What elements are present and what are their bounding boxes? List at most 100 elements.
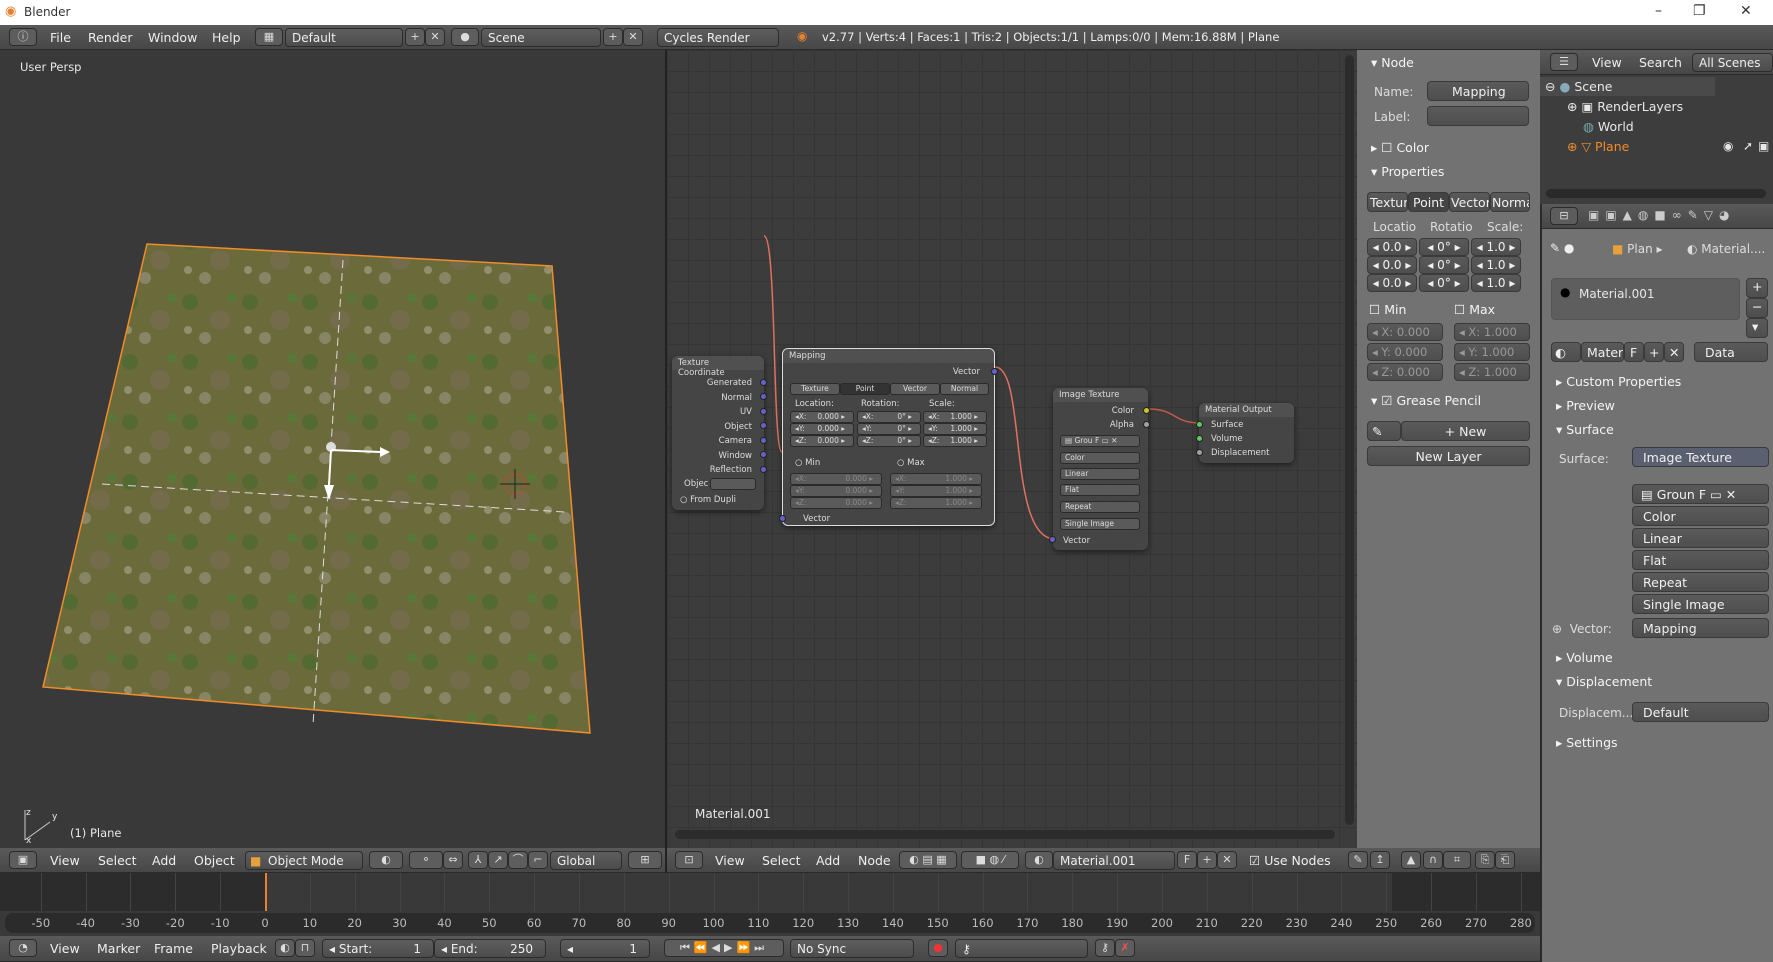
mapping-scl-field[interactable]: ◂X: 1.000 ▸ [923, 411, 987, 423]
vertical-scrollbar[interactable] [1345, 55, 1354, 825]
max-checkbox[interactable]: ○ Max [897, 458, 925, 468]
editor-type-info-icon[interactable]: ⓘ [9, 28, 37, 46]
pin-icon[interactable]: ✎ [1348, 851, 1368, 869]
menu-select[interactable]: Select [98, 853, 137, 868]
menu-view[interactable]: View [1592, 55, 1622, 70]
node-panel-header[interactable]: ▾ Node [1371, 55, 1414, 70]
socket[interactable] [760, 379, 767, 386]
use-nodes-checkbox[interactable]: ☑ Use Nodes [1249, 853, 1331, 868]
socket[interactable] [1196, 449, 1203, 456]
vector-input-select[interactable]: Mapping [1632, 618, 1769, 638]
shader-type-icons[interactable]: ◐ ▤ ▦ [899, 851, 957, 869]
mapping-rot-field[interactable]: ◂Y: 0° ▸ [857, 423, 921, 435]
panel-displacement[interactable]: ▾ Displacement [1556, 674, 1652, 689]
paste-icon[interactable]: ⎗ [1495, 851, 1515, 869]
screen-layout-icon[interactable]: ▦ [255, 28, 283, 46]
node-texture-coordinate[interactable]: Texture Coordinate Generated Normal UV O… [672, 356, 767, 510]
mapping-max_vals-field[interactable]: ◂Y: 1.000 ▸ [890, 485, 982, 497]
rotate-icon[interactable]: ⌒ [508, 851, 528, 869]
menu-node[interactable]: Node [858, 853, 891, 868]
projection-select[interactable]: Flat [1060, 484, 1140, 496]
visibility-eye-icon[interactable]: ◉ [1723, 139, 1733, 153]
pin-icon[interactable]: ✎ ● [1550, 241, 1574, 255]
socket[interactable] [1049, 536, 1056, 543]
tab-normal[interactable]: Normal [940, 383, 989, 395]
tree-item-plane[interactable]: ⊕ ▽ Plane [1567, 139, 1629, 154]
pivot-icon[interactable]: ⚬ [409, 851, 443, 869]
material-slot-item[interactable]: Material.001 [1579, 287, 1654, 301]
node-image-texture[interactable]: Image Texture Color Alpha ▤ Grou F ▭ ✕ C… [1049, 388, 1150, 550]
move-arrow-icon[interactable]: ↗ [488, 851, 508, 869]
panel-volume[interactable]: ▸ Volume [1556, 650, 1613, 665]
object-field[interactable] [710, 478, 756, 490]
unlink-material-button[interactable]: ✕ [1664, 342, 1684, 362]
start-frame-field[interactable]: ◂ Start: 1 [322, 939, 434, 958]
display-mode-select[interactable]: All Scenes [1692, 53, 1773, 72]
socket[interactable] [1196, 421, 1203, 428]
grease-pencil-panel-header[interactable]: ▾ ☑ Grease Pencil [1371, 393, 1481, 408]
socket[interactable] [779, 515, 786, 522]
sidebar-loc-field[interactable]: ◂ 0.0 ▸ [1367, 274, 1417, 292]
socket[interactable] [760, 451, 767, 458]
unlink-material-button[interactable]: ✕ [1217, 851, 1237, 869]
layout-select[interactable]: Default [285, 28, 403, 47]
render-camera-icon[interactable]: ▣ [1758, 139, 1769, 153]
menu-add[interactable]: Add [152, 853, 176, 868]
render-engine-select[interactable]: Cycles Render [657, 28, 779, 47]
add-layout-button[interactable]: + [405, 28, 425, 46]
editor-type-timeline-icon[interactable]: ◔ [9, 939, 37, 957]
outliner-scrollbar[interactable] [1546, 189, 1766, 198]
socket[interactable] [1143, 407, 1150, 414]
menu-object[interactable]: Object [194, 853, 235, 868]
tree-item-renderlayers[interactable]: ⊕ ▣ RenderLayers [1567, 99, 1683, 114]
properties-panel-header[interactable]: ▾ Properties [1371, 164, 1444, 179]
mapping-rot-field[interactable]: ◂Z: 0° ▸ [857, 435, 921, 447]
menu-playback[interactable]: Playback [211, 941, 267, 956]
editor-type-outliner-icon[interactable]: ☰ [1550, 53, 1578, 71]
image-datablock[interactable]: ▤ Groun F ▭ ✕ [1632, 484, 1769, 504]
tab-point[interactable]: Point [840, 383, 890, 395]
menu-frame[interactable]: Frame [154, 941, 193, 956]
sync-mode-select[interactable]: No Sync [790, 939, 914, 958]
menu-file[interactable]: File [50, 30, 71, 45]
maximize-button[interactable]: ❐ [1693, 3, 1706, 19]
node-mapping[interactable]: Mapping Vector Texture Point Vector Norm… [779, 348, 998, 526]
source-select[interactable]: Single Image [1632, 594, 1769, 614]
add-scene-button[interactable]: + [603, 28, 623, 46]
fake-user-button[interactable]: F [1095, 436, 1099, 445]
insert-keyframe-icon[interactable]: ⚷ [1095, 939, 1115, 957]
editor-type-properties-icon[interactable]: ⊟ [1550, 207, 1578, 225]
link-select[interactable]: Data [1694, 342, 1768, 362]
interpolation-select[interactable]: Linear [1632, 528, 1769, 548]
panel-surface[interactable]: ▾ Surface [1556, 422, 1614, 437]
tab-vector[interactable]: Vector [890, 383, 940, 395]
minimize-button[interactable]: – [1655, 3, 1662, 19]
tab-normal[interactable]: Normal [1490, 192, 1530, 212]
sidebar-scl-field[interactable]: ◂ 1.0 ▸ [1471, 274, 1521, 292]
socket[interactable] [760, 393, 767, 400]
image-datablock[interactable]: ▤ Grou F ▭ ✕ [1060, 435, 1140, 447]
extension-select[interactable]: Repeat [1632, 572, 1769, 592]
browse-material-icon[interactable]: ◐ [1025, 851, 1053, 869]
displacement-select[interactable]: Default [1632, 702, 1769, 722]
socket[interactable] [1196, 435, 1203, 442]
menu-help[interactable]: Help [212, 30, 241, 45]
context-tabs[interactable]: ▣▣▲◍■∞✎▽◕ [1588, 208, 1735, 222]
sidebar-scl-field[interactable]: ◂ 1.0 ▸ [1471, 238, 1521, 256]
3d-viewport[interactable]: User Persp z y x (1) Plane [0, 50, 665, 848]
sidebar-max_vals-field[interactable]: ◂ Z: 1.000 [1454, 363, 1530, 381]
mapping-max_vals-field[interactable]: ◂X: 1.000 ▸ [890, 473, 982, 485]
parent-tree-icon[interactable]: ↥ [1370, 851, 1390, 869]
mapping-loc-field[interactable]: ◂Y: 0.000 ▸ [790, 423, 854, 435]
fake-user-button[interactable]: F [1624, 342, 1644, 362]
orientation-select[interactable]: Global [550, 851, 622, 870]
editor-type-3dview-icon[interactable]: ▣ [9, 851, 37, 869]
color-space-select[interactable]: Color [1060, 452, 1140, 464]
tab-texture[interactable]: Texture [790, 383, 840, 395]
mapping-loc-field[interactable]: ◂Z: 0.000 ▸ [790, 435, 854, 447]
mapping-loc-field[interactable]: ◂X: 0.000 ▸ [790, 411, 854, 423]
remove-slot-button[interactable]: − [1746, 298, 1768, 318]
menu-render[interactable]: Render [88, 30, 133, 45]
extension-select[interactable]: Repeat [1060, 501, 1140, 513]
menu-select[interactable]: Select [762, 853, 801, 868]
